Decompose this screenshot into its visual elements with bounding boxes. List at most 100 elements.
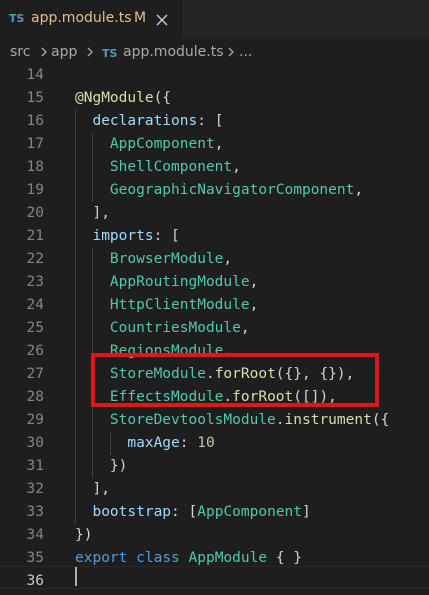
code-line: 17 AppComponent,: [0, 133, 429, 156]
indent-guide: [75, 110, 76, 524]
code-token: AppModule: [188, 550, 268, 566]
code-token: :: [179, 435, 198, 451]
annotation-highlight-box: [91, 353, 379, 407]
code-token: 10: [197, 435, 215, 451]
code-token: ({: [153, 90, 172, 106]
chevron-right-icon: [226, 44, 236, 64]
code-text: maxAge: 10: [75, 432, 215, 455]
code-text: CountriesModule,: [75, 317, 250, 340]
code-token: StoreDevtoolsModule: [109, 412, 276, 428]
code-text: HttpClientModule,: [75, 294, 258, 317]
code-token: }): [75, 527, 93, 543]
line-number: 17: [26, 136, 44, 152]
code-token: : [: [153, 228, 180, 244]
breadcrumb: src app TS app.module.ts ...: [0, 39, 429, 67]
code-token: ,: [249, 297, 259, 313]
code-token: declarations: [92, 113, 198, 129]
line-number: 24: [26, 297, 44, 313]
code-token: ],: [75, 205, 110, 221]
line-number: 19: [26, 182, 44, 198]
code-token: AppRoutingModule: [109, 274, 250, 290]
code-text: export class AppModule { }: [75, 547, 302, 570]
code-text: ],: [75, 202, 110, 225]
code-token: BrowserModule: [109, 251, 224, 267]
line-number: 28: [26, 389, 44, 405]
breadcrumb-item-app[interactable]: app: [51, 44, 77, 60]
code-line: 33 bootstrap: [AppComponent]: [0, 501, 429, 524]
code-token: }): [75, 458, 128, 474]
breadcrumb-item-symbols[interactable]: ...: [239, 44, 252, 60]
line-number: 18: [26, 159, 44, 175]
code-text: AppRoutingModule,: [75, 271, 258, 294]
code-line: 24 HttpClientModule,: [0, 294, 429, 317]
code-text: ShellComponent,: [75, 156, 241, 179]
code-token: { }: [267, 550, 303, 566]
code-token: bootstrap: [92, 504, 172, 520]
code-text: declarations: [: [75, 110, 223, 133]
close-icon[interactable]: [155, 12, 169, 26]
code-text: bootstrap: [AppComponent]: [75, 501, 310, 524]
code-token: ],: [75, 481, 110, 497]
breadcrumb-item-file[interactable]: app.module.ts: [123, 44, 224, 60]
code-line: 23 AppRoutingModule,: [0, 271, 429, 294]
code-text: ],: [75, 478, 110, 501]
code-token: maxAge: [127, 435, 180, 451]
text-cursor: [75, 567, 77, 586]
code-editor[interactable]: 14 15 @NgModule({16 declarations: [17 AppC…: [0, 67, 429, 595]
indent-guide: [92, 133, 94, 202]
line-number: 34: [26, 527, 44, 543]
code-line: 21 imports: [: [0, 225, 429, 248]
line-number: 20: [26, 205, 44, 221]
typescript-file-icon: TS: [102, 47, 118, 60]
code-line: 18 ShellComponent,: [0, 156, 429, 179]
code-token: imports: [92, 228, 154, 244]
code-token: export: [75, 550, 128, 566]
line-number: 36: [26, 573, 44, 589]
code-line: 34}): [0, 524, 429, 547]
code-line: 16 declarations: [: [0, 110, 429, 133]
indent-guide: [109, 432, 111, 455]
code-line: 15 @NgModule({: [0, 87, 429, 110]
code-token: HttpClientModule: [109, 297, 250, 313]
code-token: ,: [354, 182, 364, 198]
code-token: ,: [223, 251, 233, 267]
code-line: 35 export class AppModule { }: [0, 547, 429, 570]
line-number: 16: [26, 113, 44, 129]
code-token: ,: [232, 159, 241, 175]
line-number: 35: [26, 550, 44, 566]
code-token: ({: [371, 412, 390, 428]
line-number: 14: [26, 67, 44, 83]
tab-filename: app.module.ts: [31, 10, 132, 26]
code-line: 36: [0, 570, 429, 593]
chevron-right-icon: [39, 44, 49, 64]
code-line: 30 maxAge: 10: [0, 432, 429, 455]
code-text: BrowserModule,: [75, 248, 232, 271]
line-number: 22: [26, 251, 44, 267]
chevron-right-icon: [85, 44, 95, 64]
code-token: AppComponent: [197, 504, 303, 520]
code-token: @NgModule: [75, 90, 154, 106]
line-number: 33: [26, 504, 44, 520]
code-token: ,: [249, 274, 259, 290]
line-number: 21: [26, 228, 44, 244]
editor-tab[interactable]: TS app.module.ts M: [0, 0, 183, 39]
code-token: CountriesModule: [109, 320, 241, 336]
code-line: 32 ],: [0, 478, 429, 501]
line-number: 31: [26, 458, 44, 474]
line-number: 15: [26, 90, 44, 106]
line-number: 26: [26, 343, 44, 359]
modified-indicator: M: [134, 10, 147, 26]
breadcrumb-item-src[interactable]: src: [10, 44, 30, 60]
code-token: instrument: [284, 412, 372, 428]
code-line: 25 CountriesModule,: [0, 317, 429, 340]
code-token: ShellComponent: [109, 159, 233, 175]
line-number: 23: [26, 274, 44, 290]
code-line: 22 BrowserModule,: [0, 248, 429, 271]
code-token: : [: [197, 113, 224, 129]
line-number: 29: [26, 412, 44, 428]
